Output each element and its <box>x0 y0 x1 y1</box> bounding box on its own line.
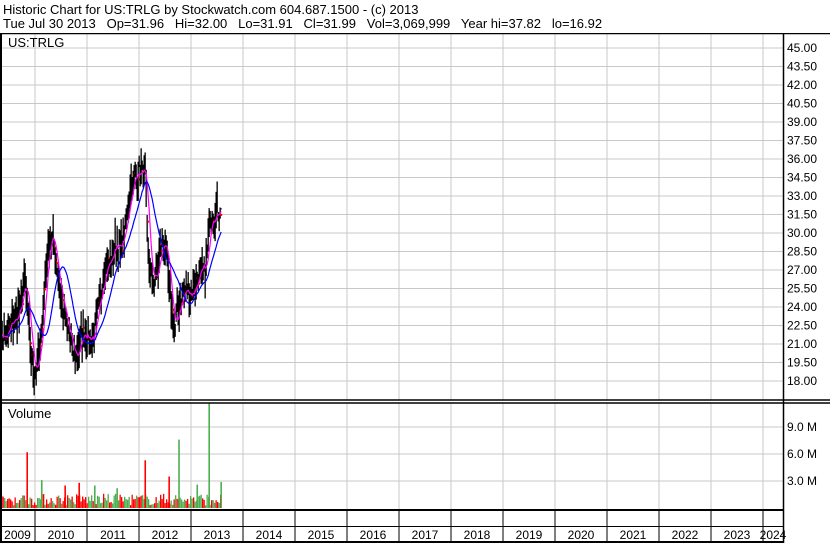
chart-header: Historic Chart for US:TRLG by Stockwatch… <box>0 0 830 33</box>
year-tick-label: 2019 <box>516 528 543 542</box>
price-tick-label: 43.50 <box>787 60 817 74</box>
year-tick-label: 2024 <box>760 528 787 542</box>
price-tick-label: 31.50 <box>787 208 817 222</box>
close-marker <box>147 220 150 223</box>
year-tick-label: 2023 <box>724 528 751 542</box>
close-marker <box>30 342 33 345</box>
quote-summary: Tue Jul 30 2013 Op=31.96 Hi=32.00 Lo=31.… <box>3 16 603 31</box>
price-tick-label: 28.50 <box>787 245 817 259</box>
price-tick-label: 22.50 <box>787 319 817 333</box>
price-tick-label: 21.00 <box>787 337 817 351</box>
price-tick-label: 33.00 <box>787 189 817 203</box>
volume-tick-label: 9.0 M <box>787 420 817 434</box>
year-tick-label: 2022 <box>672 528 699 542</box>
volume-axis-labels: 9.0 M 6.0 M 3.0 M <box>787 420 817 488</box>
volume-panel-label: Volume <box>8 406 51 421</box>
price-tick-label: 25.50 <box>787 282 817 296</box>
volume-tick-label: 6.0 M <box>787 447 817 461</box>
year-tick-label: 2014 <box>256 528 283 542</box>
year-tick-label: 2016 <box>360 528 387 542</box>
price-tick-label: 18.00 <box>787 374 817 388</box>
close-marker <box>44 288 47 291</box>
year-tick-label: 2010 <box>48 528 75 542</box>
price-tick-label: 39.00 <box>787 115 817 129</box>
year-tick-label: 2013 <box>204 528 231 542</box>
price-tick-label: 34.50 <box>787 171 817 185</box>
year-tick-label: 2018 <box>464 528 491 542</box>
price-tick-label: 27.00 <box>787 263 817 277</box>
price-tick-label: 45.00 <box>787 41 817 55</box>
price-tick-label: 36.00 <box>787 152 817 166</box>
year-tick-label: 2020 <box>568 528 595 542</box>
price-tick-label: 24.00 <box>787 300 817 314</box>
year-tick-label: 2021 <box>620 528 647 542</box>
year-tick-label: 2011 <box>100 528 126 542</box>
price-tick-label: 40.50 <box>787 97 817 111</box>
close-marker <box>220 213 223 216</box>
stock-chart: 45.00 43.50 42.00 40.50 39.00 37.50 36.00 34.50… <box>0 0 830 543</box>
price-tick-label: 42.00 <box>787 78 817 92</box>
year-tick-label: 2009 <box>4 528 31 542</box>
price-tick-label: 37.50 <box>787 134 817 148</box>
price-panel-label: US:TRLG <box>8 35 64 50</box>
chart-title: Historic Chart for US:TRLG by Stockwatch… <box>3 2 419 17</box>
price-tick-label: 30.00 <box>787 226 817 240</box>
volume-tick-label: 3.0 M <box>787 474 817 488</box>
year-tick-label: 2012 <box>152 528 179 542</box>
year-tick-label: 2017 <box>412 528 439 542</box>
price-tick-label: 19.50 <box>787 356 817 370</box>
year-tick-label: 2015 <box>308 528 335 542</box>
